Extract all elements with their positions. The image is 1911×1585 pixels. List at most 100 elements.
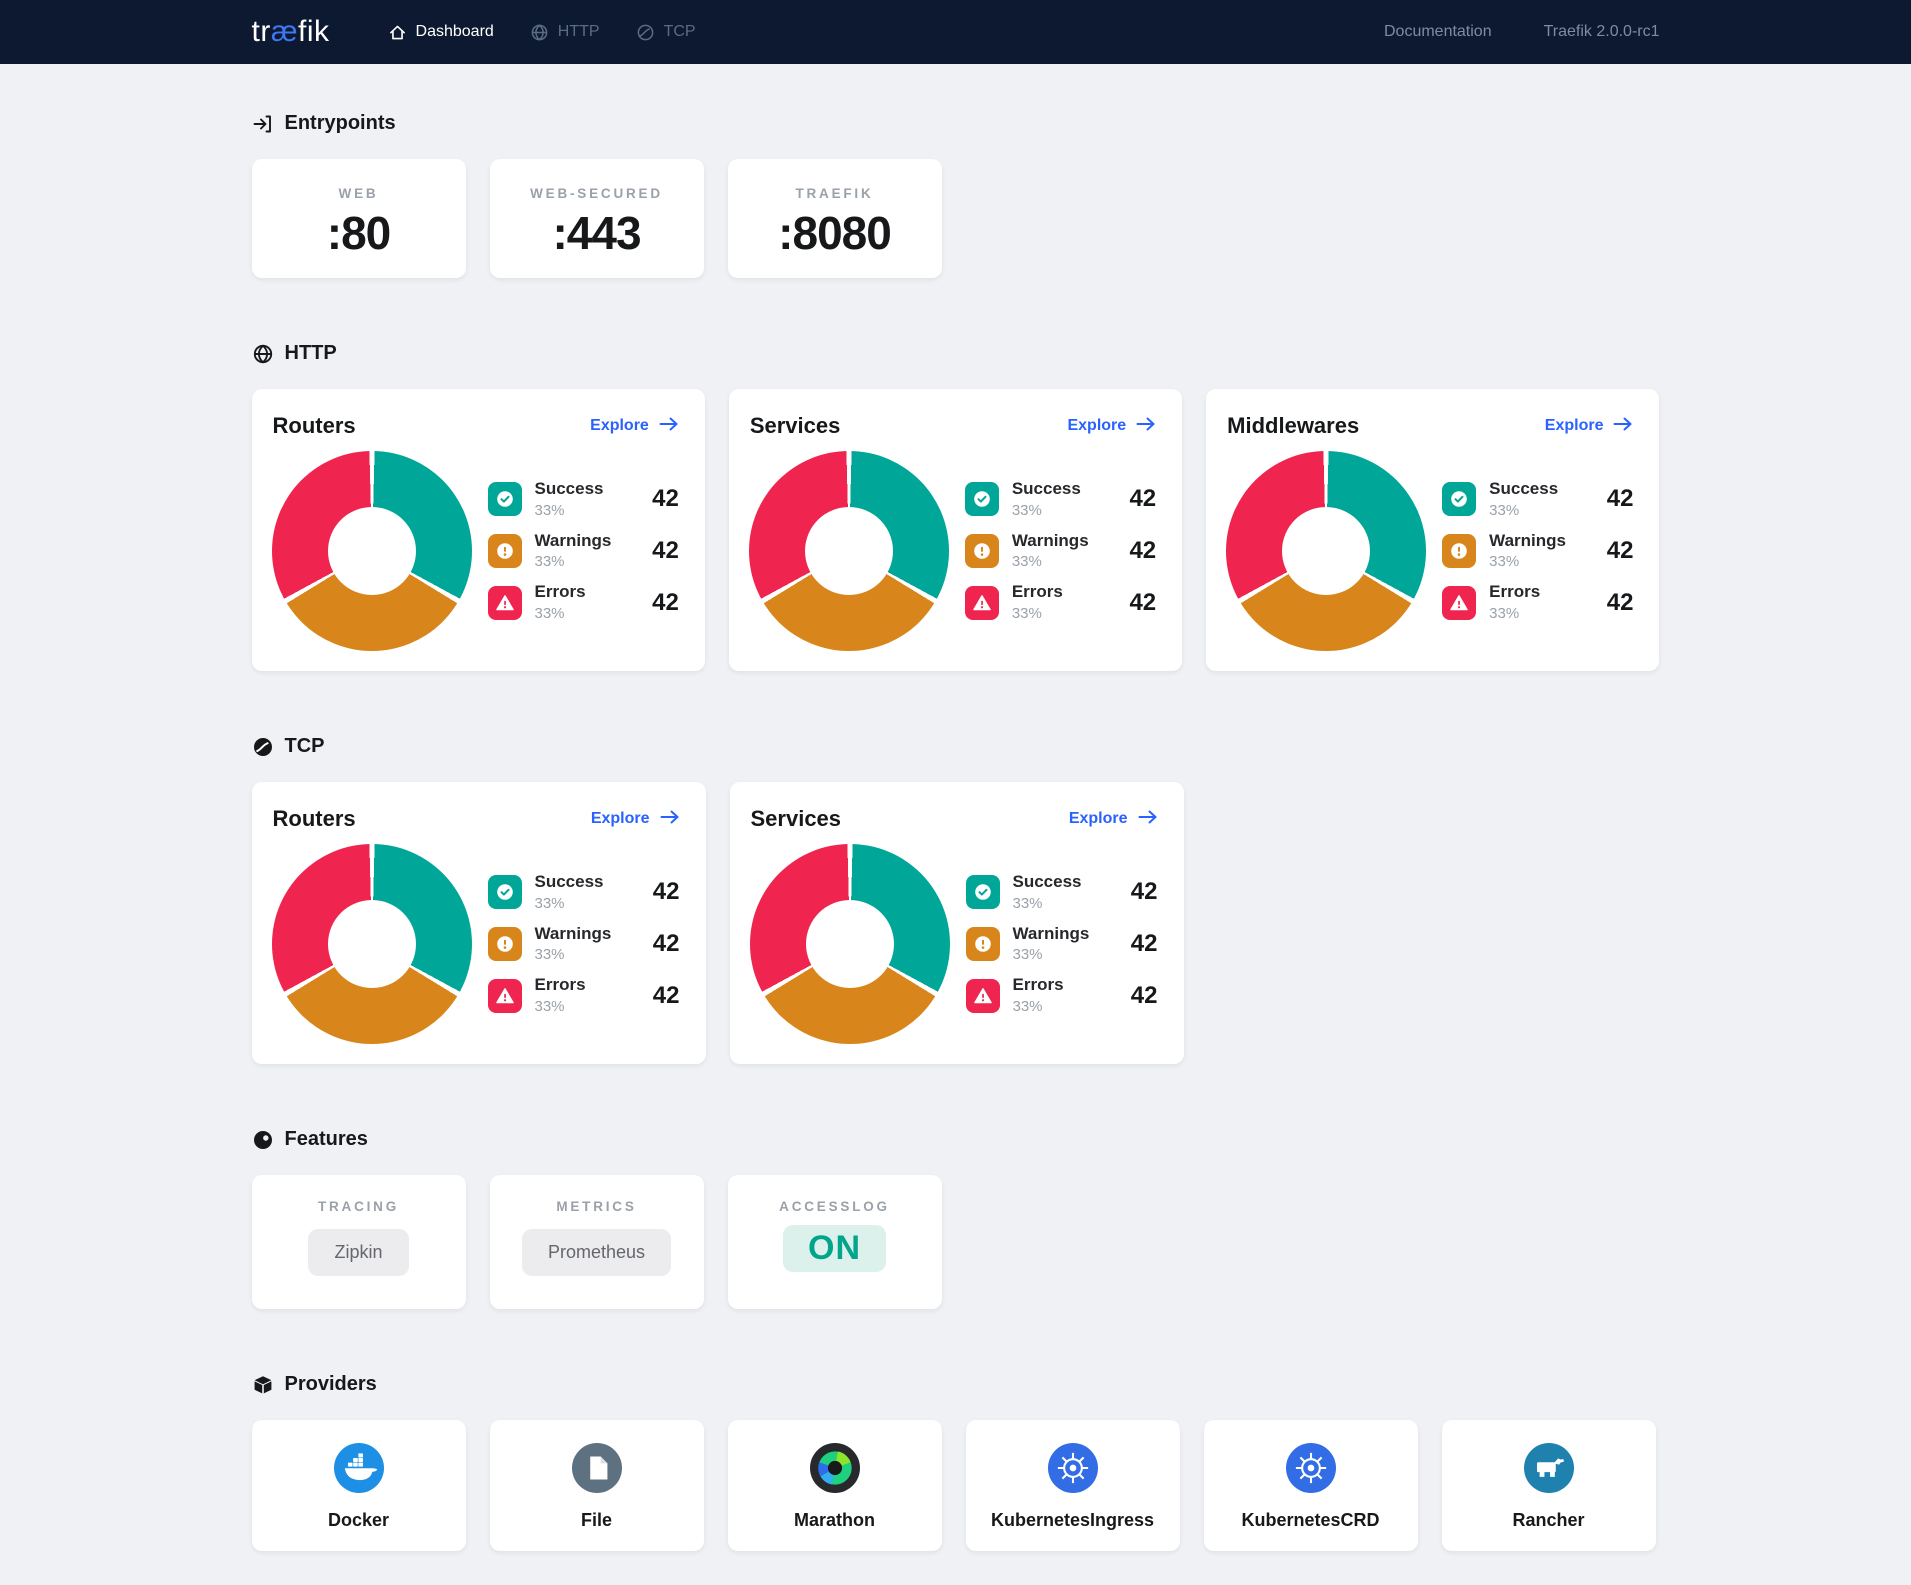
entrypoint-card-web-secured: WEB-SECURED :443 [490, 159, 704, 278]
donut-chart [1226, 451, 1426, 651]
entrypoints-icon [252, 113, 274, 135]
legend-name: Errors [1489, 583, 1540, 602]
legend-row-warnings: Warnings33% 42 [965, 532, 1156, 571]
feature-label: TRACING [318, 1199, 399, 1214]
provider-card-file: File [490, 1420, 704, 1551]
section-title: Providers [285, 1373, 377, 1396]
warning-icon [488, 927, 522, 961]
donut-chart [272, 844, 472, 1044]
ball-icon [636, 23, 655, 42]
explore-label: Explore [1545, 417, 1604, 435]
feature-on-badge: ON [783, 1225, 886, 1272]
donut-chart [749, 451, 949, 651]
section-features: Features TRACING Zipkin METRICS Promethe… [252, 1128, 1660, 1309]
legend-value: 42 [1131, 878, 1158, 906]
nav-label: HTTP [558, 23, 600, 41]
explore-link[interactable]: Explore [1067, 416, 1156, 437]
legend-row-errors: Errors33% 42 [965, 583, 1156, 622]
entrypoint-label: TRAEFIK [728, 186, 942, 201]
explore-link[interactable]: Explore [1069, 809, 1158, 830]
chart-legend: Success33% 42 Warnings33% 42 Errors33% 4… [965, 480, 1156, 622]
card-title: Middlewares [1227, 413, 1359, 439]
explore-link[interactable]: Explore [590, 416, 679, 437]
entrypoint-port: :8080 [728, 206, 942, 260]
nav-item-dashboard[interactable]: Dashboard [388, 23, 494, 42]
error-icon [965, 586, 999, 620]
cube-icon [252, 1374, 274, 1396]
legend-name: Success [535, 480, 604, 499]
legend-name: Success [1013, 873, 1082, 892]
legend-value: 42 [1607, 537, 1634, 565]
chart-legend: Success33% 42 Warnings33% 42 Errors33% 4… [488, 873, 680, 1015]
legend-row-warnings: Warnings33% 42 [1442, 532, 1633, 571]
chart-legend: Success33% 42 Warnings33% 42 Errors33% 4… [966, 873, 1158, 1015]
donut-chart [272, 451, 472, 651]
entrypoint-label: WEB-SECURED [490, 186, 704, 201]
card-title: Services [751, 806, 842, 832]
legend-row-errors: Errors33% 42 [1442, 583, 1633, 622]
section-title: Features [285, 1128, 368, 1151]
legend-value: 42 [1129, 537, 1156, 565]
entrypoint-port: :443 [490, 206, 704, 260]
provider-name: Rancher [1512, 1510, 1584, 1531]
legend-value: 42 [652, 485, 679, 513]
legend-name: Warnings [1012, 532, 1089, 551]
record-dot-icon [252, 1129, 274, 1151]
tcp-routers-card: Routers Explore Success33% 42 Warnings3 [252, 782, 706, 1064]
section-title: HTTP [285, 342, 337, 365]
legend-percent: 33% [1489, 553, 1566, 570]
section-entrypoints: Entrypoints WEB :80 WEB-SECURED :443 TRA… [252, 112, 1660, 278]
rancher-icon [1524, 1443, 1574, 1493]
card-title: Routers [273, 413, 356, 439]
http-middlewares-card: Middlewares Explore Success33% 42 Warni [1206, 389, 1659, 671]
provider-name: KubernetesCRD [1241, 1510, 1379, 1531]
explore-link[interactable]: Explore [1545, 416, 1634, 437]
error-icon [1442, 586, 1476, 620]
entrypoint-card-web: WEB :80 [252, 159, 466, 278]
chart-legend: Success 33% 42 Warnings33% 42 Errors33% 4… [1442, 480, 1633, 622]
legend-percent: 33% [535, 553, 612, 570]
home-icon [388, 23, 407, 42]
legend-row-success: Success33% 42 [965, 480, 1156, 519]
version-label: Traefik 2.0.0-rc1 [1544, 23, 1660, 41]
logo-text: fik [298, 15, 330, 48]
provider-card-marathon: Marathon [728, 1420, 942, 1551]
feature-label: METRICS [556, 1199, 636, 1214]
nav-item-http[interactable]: HTTP [530, 23, 600, 42]
legend-value: 42 [653, 878, 680, 906]
error-icon [488, 586, 522, 620]
logo-text: tr [252, 15, 271, 48]
dashboard-content: Entrypoints WEB :80 WEB-SECURED :443 TRA… [252, 64, 1660, 1579]
feature-card-metrics: METRICS Prometheus [490, 1175, 704, 1309]
legend-value: 42 [1131, 930, 1158, 958]
donut-chart [750, 844, 950, 1044]
legend-row-success: Success33% 42 [488, 480, 679, 519]
arrow-right-icon [1613, 416, 1633, 437]
nav-label: TCP [664, 23, 696, 41]
legend-value: 42 [653, 930, 680, 958]
provider-card-rancher: Rancher [1442, 1420, 1656, 1551]
legend-name: Errors [1013, 976, 1064, 995]
file-icon [572, 1443, 622, 1493]
feature-value-chip: Zipkin [308, 1229, 408, 1276]
kubernetes-icon [1286, 1443, 1336, 1493]
legend-percent: 33% [1489, 502, 1558, 519]
globe-icon [530, 23, 549, 42]
legend-name: Errors [535, 976, 586, 995]
app-logo[interactable]: træfik [252, 15, 330, 49]
section-title: TCP [285, 735, 325, 758]
feature-value-chip: Prometheus [522, 1229, 671, 1276]
legend-value: 42 [652, 589, 679, 617]
http-services-card: Services Explore Success33% 42 Warnings [729, 389, 1182, 671]
warning-icon [966, 927, 1000, 961]
arrow-right-icon [659, 416, 679, 437]
documentation-link[interactable]: Documentation [1384, 23, 1492, 41]
provider-name: File [581, 1510, 612, 1531]
legend-name: Success [1489, 480, 1558, 499]
card-title: Routers [273, 806, 356, 832]
nav-item-tcp[interactable]: TCP [636, 23, 696, 42]
provider-name: Marathon [794, 1510, 875, 1531]
provider-name: KubernetesIngress [991, 1510, 1154, 1531]
arrow-right-icon [1136, 416, 1156, 437]
explore-link[interactable]: Explore [591, 809, 680, 830]
